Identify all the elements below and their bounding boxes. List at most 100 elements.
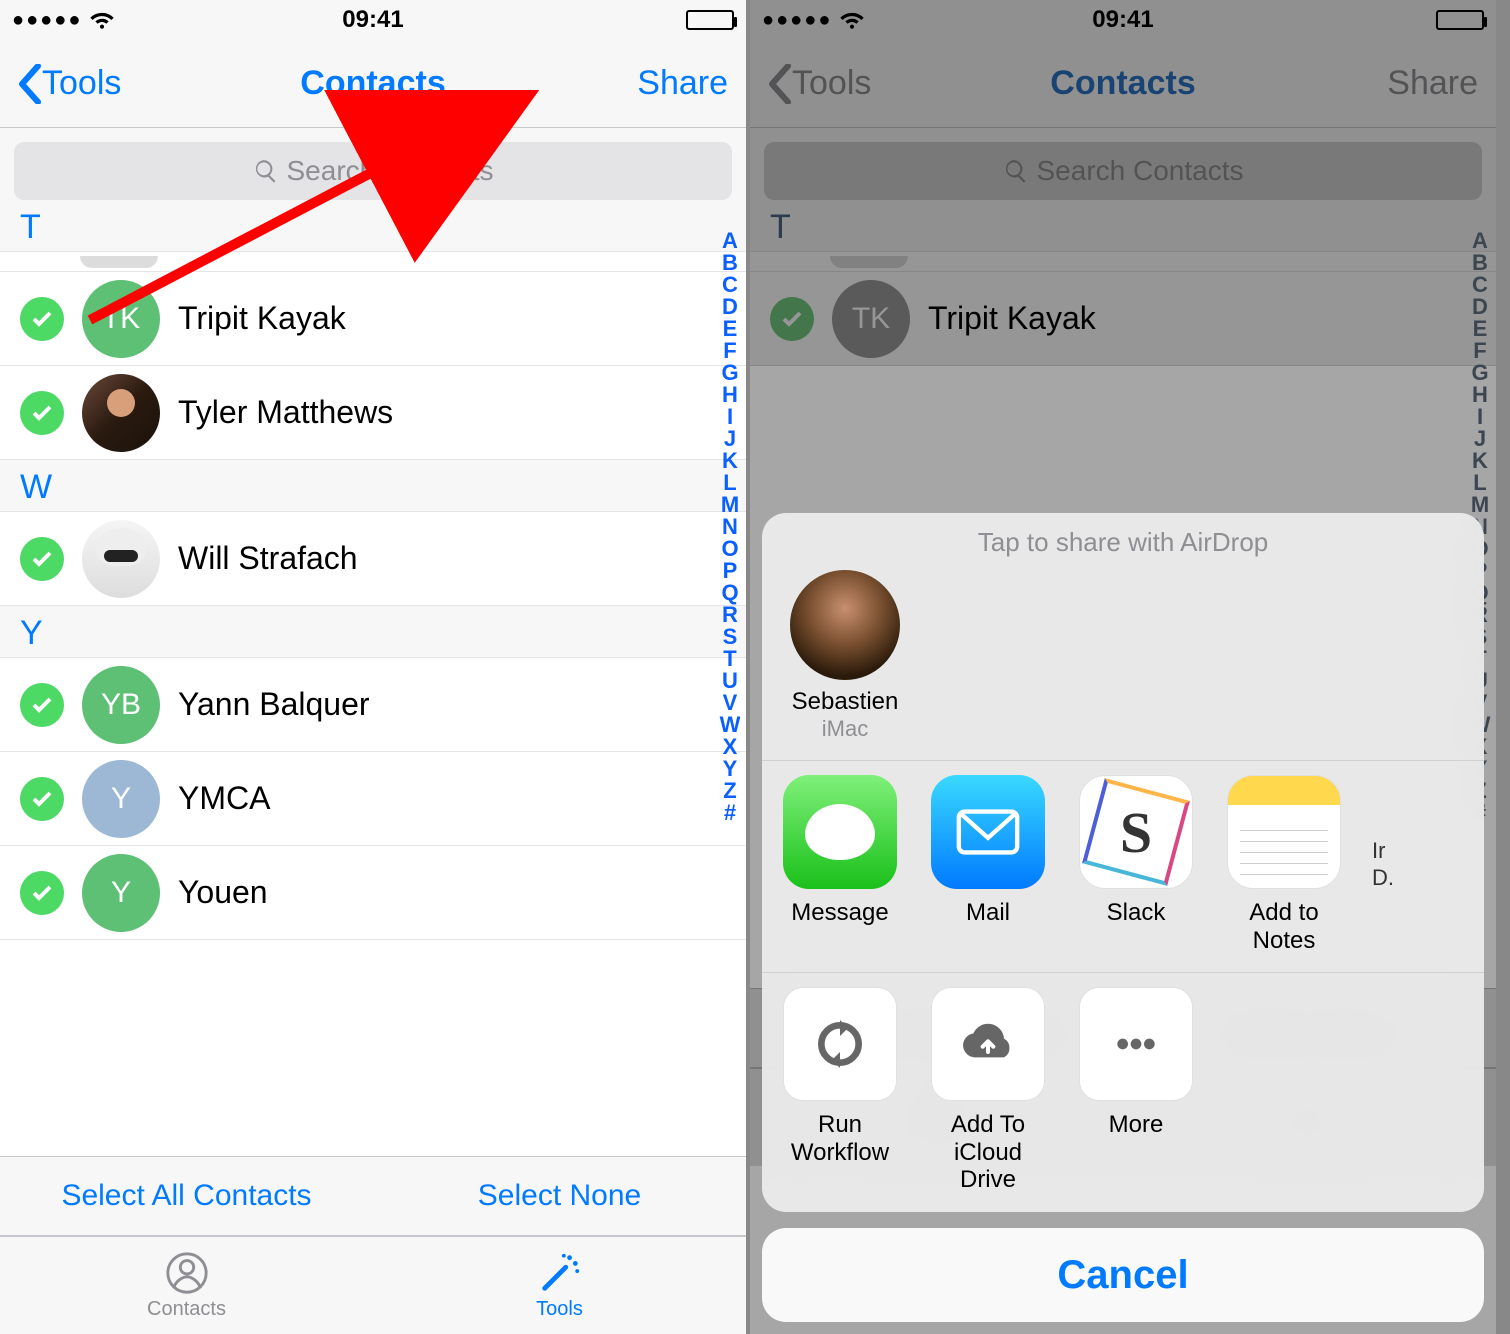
checkmark-icon[interactable]	[20, 297, 64, 341]
index-letter[interactable]: V	[723, 692, 738, 714]
checkmark-icon[interactable]	[20, 871, 64, 915]
back-button[interactable]: Tools	[18, 64, 121, 104]
avatar: Y	[82, 854, 160, 932]
mail-icon	[931, 775, 1045, 889]
index-letter[interactable]: J	[724, 428, 736, 450]
nav-bar: Tools Contacts Share	[0, 40, 746, 128]
contacts-icon	[164, 1250, 210, 1296]
share-button[interactable]: Share	[637, 64, 728, 103]
avatar	[82, 520, 160, 598]
app-label: Slack	[1076, 899, 1196, 927]
index-letter[interactable]: G	[721, 362, 738, 384]
icloud-icon	[931, 987, 1045, 1101]
share-sheet: Tap to share with AirDrop Sebastien iMac…	[762, 513, 1484, 1322]
action-label: More	[1076, 1111, 1196, 1139]
contact-name: YMCA	[178, 780, 270, 817]
share-action-more[interactable]: More	[1076, 987, 1196, 1194]
message-icon	[783, 775, 897, 889]
index-letter[interactable]: Q	[721, 582, 738, 604]
contact-name: Yann Balquer	[178, 686, 370, 723]
index-letter[interactable]: T	[723, 648, 736, 670]
selection-bar: Select All Contacts Select None	[0, 1156, 746, 1236]
index-letter[interactable]: H	[722, 384, 738, 406]
partial-row	[0, 252, 746, 272]
action-label: Run Workflow	[780, 1111, 900, 1166]
app-label: Mail	[928, 899, 1048, 927]
battery-icon	[686, 10, 734, 30]
contact-name: Tyler Matthews	[178, 394, 393, 431]
select-all-button[interactable]: Select All Contacts	[0, 1157, 373, 1235]
contact-row[interactable]: Y Youen	[0, 846, 746, 940]
app-label: Add to Notes	[1224, 899, 1344, 954]
index-letter[interactable]: P	[723, 560, 738, 582]
section-header-w: W	[0, 460, 746, 512]
cancel-button[interactable]: Cancel	[762, 1228, 1484, 1322]
back-label: Tools	[42, 64, 121, 103]
index-letter[interactable]: S	[723, 626, 738, 648]
contact-row[interactable]: YB Yann Balquer	[0, 658, 746, 752]
tab-tools[interactable]: Tools	[373, 1237, 746, 1334]
share-app-notes[interactable]: Add to Notes	[1224, 775, 1344, 954]
tab-label: Contacts	[147, 1298, 226, 1321]
tab-label: Tools	[536, 1298, 583, 1321]
index-letter[interactable]: F	[723, 340, 736, 362]
avatar	[82, 374, 160, 452]
index-letter[interactable]: A	[722, 230, 738, 252]
index-letter[interactable]: B	[722, 252, 738, 274]
index-letter[interactable]: O	[721, 538, 738, 560]
index-letter[interactable]: K	[722, 450, 738, 472]
index-letter[interactable]: C	[722, 274, 738, 296]
status-time: 09:41	[0, 6, 746, 34]
airdrop-target[interactable]: Sebastien iMac	[780, 570, 910, 742]
index-letter[interactable]: E	[723, 318, 738, 340]
notes-icon	[1227, 775, 1341, 889]
index-letter[interactable]: M	[721, 494, 739, 516]
airdrop-device: iMac	[780, 716, 910, 742]
alphabet-index[interactable]: ABCDEFGHIJKLMNOPQRSTUVWXYZ#	[718, 230, 742, 824]
search-icon	[253, 158, 279, 184]
avatar: TK	[82, 280, 160, 358]
search-input[interactable]: Search Contacts	[14, 142, 732, 200]
more-icon	[1079, 987, 1193, 1101]
contact-row[interactable]: Will Strafach	[0, 512, 746, 606]
checkmark-icon[interactable]	[20, 391, 64, 435]
checkmark-icon[interactable]	[20, 683, 64, 727]
share-app-mail[interactable]: Mail	[928, 775, 1048, 954]
checkmark-icon[interactable]	[20, 777, 64, 821]
app-peek: Ir D.	[1372, 838, 1396, 891]
index-letter[interactable]: N	[722, 516, 738, 538]
workflow-icon	[783, 987, 897, 1101]
contact-row[interactable]: TK Tripit Kayak	[0, 272, 746, 366]
index-letter[interactable]: Y	[723, 758, 738, 780]
share-action-workflow[interactable]: Run Workflow	[780, 987, 900, 1194]
section-header-y: Y	[0, 606, 746, 658]
share-app-message[interactable]: Message	[780, 775, 900, 954]
contact-row[interactable]: Y YMCA	[0, 752, 746, 846]
airdrop-avatar	[790, 570, 900, 680]
index-letter[interactable]: L	[723, 472, 736, 494]
index-letter[interactable]: U	[722, 670, 738, 692]
contact-row[interactable]: Tyler Matthews	[0, 366, 746, 460]
status-bar: ●●●●● 09:41	[0, 0, 746, 40]
select-none-button[interactable]: Select None	[373, 1157, 746, 1235]
action-label: Add To iCloud Drive	[928, 1111, 1048, 1194]
tab-contacts[interactable]: Contacts	[0, 1237, 373, 1334]
airdrop-title: Tap to share with AirDrop	[780, 527, 1466, 558]
tab-bar: Contacts Tools	[0, 1236, 746, 1334]
index-letter[interactable]: X	[723, 736, 738, 758]
index-letter[interactable]: I	[727, 406, 733, 428]
share-app-slack[interactable]: S Slack	[1076, 775, 1196, 954]
section-header-t: T	[0, 200, 746, 252]
airdrop-name: Sebastien	[780, 688, 910, 716]
tools-icon	[537, 1250, 583, 1296]
index-letter[interactable]: #	[724, 802, 736, 824]
phone-left: ●●●●● 09:41 Tools Contacts Share Search …	[0, 0, 750, 1334]
share-action-icloud[interactable]: Add To iCloud Drive	[928, 987, 1048, 1194]
checkmark-icon[interactable]	[20, 537, 64, 581]
avatar: Y	[82, 760, 160, 838]
index-letter[interactable]: Z	[723, 780, 736, 802]
slack-icon: S	[1079, 775, 1193, 889]
index-letter[interactable]: W	[720, 714, 741, 736]
index-letter[interactable]: D	[722, 296, 738, 318]
index-letter[interactable]: R	[722, 604, 738, 626]
